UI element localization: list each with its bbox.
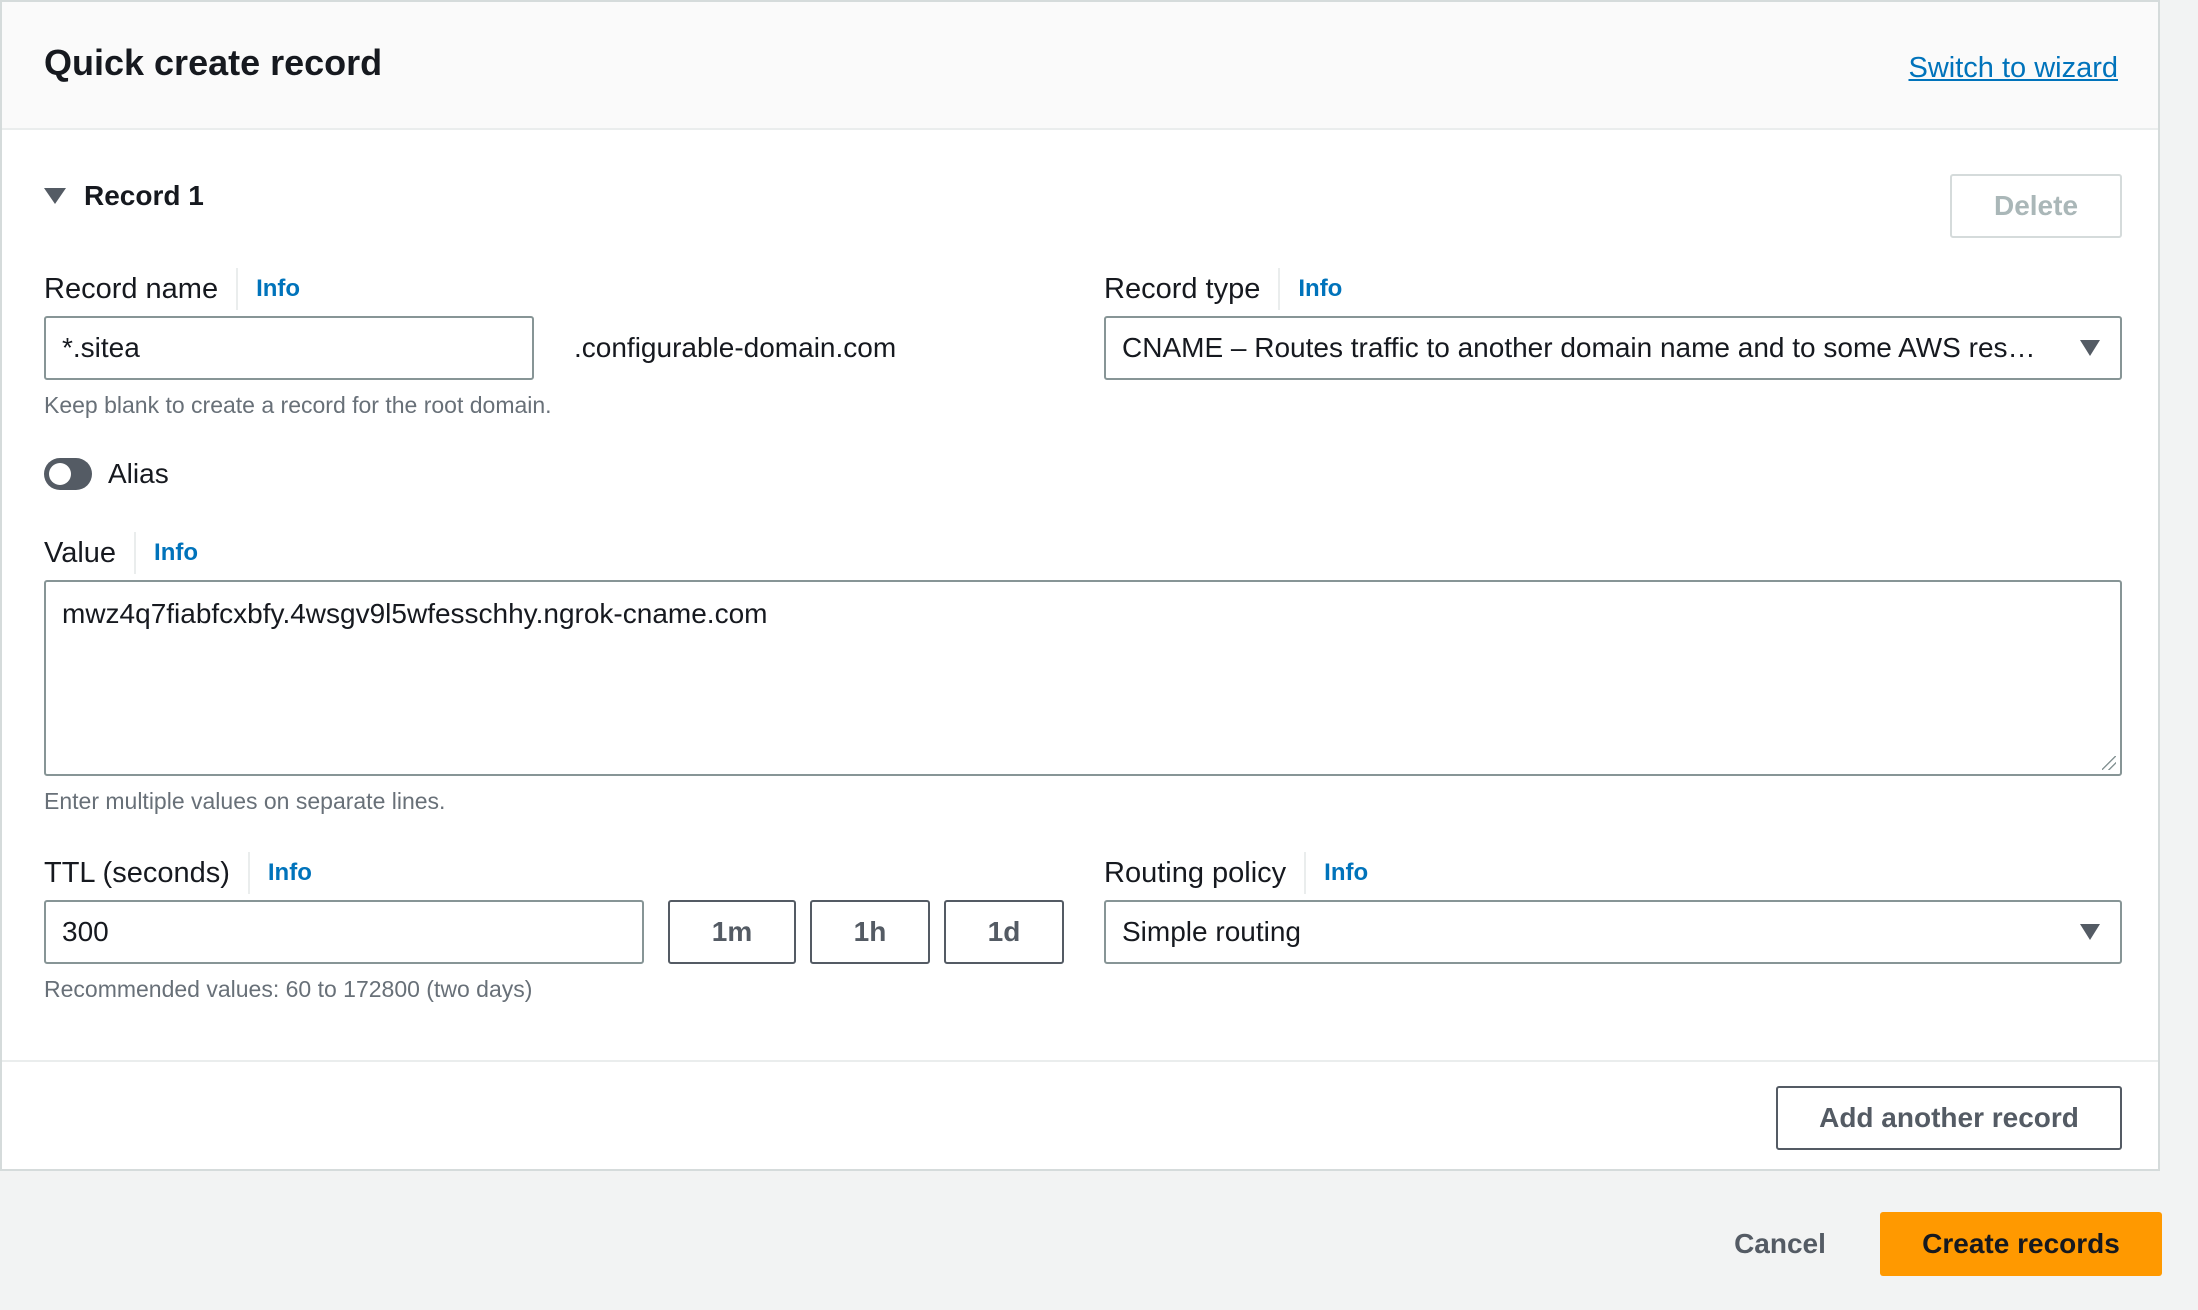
label-divider xyxy=(1304,852,1307,894)
record-type-select[interactable]: CNAME – Routes traffic to another domain… xyxy=(1104,316,2122,380)
value-info-link[interactable]: Info xyxy=(154,539,198,567)
record-type-info-link[interactable]: Info xyxy=(1298,275,1342,303)
toggle-knob xyxy=(49,463,71,485)
create-records-button[interactable]: Create records xyxy=(1880,1212,2162,1276)
alias-toggle[interactable] xyxy=(44,458,92,490)
page-title: Quick create record xyxy=(44,42,383,83)
ttl-hint: Recommended values: 60 to 172800 (two da… xyxy=(44,976,533,1002)
resize-grip-icon[interactable] xyxy=(2102,756,2116,770)
record-section-title: Record 1 xyxy=(84,180,204,211)
routing-label: Routing policy xyxy=(1104,856,1287,889)
routing-label-group: Routing policy Info xyxy=(1104,852,1368,894)
label-divider xyxy=(134,532,137,574)
record-type-selected: CNAME – Routes traffic to another domain… xyxy=(1122,332,2044,363)
value-label: Value xyxy=(44,536,117,569)
dropdown-caret-icon xyxy=(2080,924,2100,940)
ttl-1d-button[interactable]: 1d xyxy=(944,900,1064,964)
record-name-hint: Keep blank to create a record for the ro… xyxy=(44,392,552,418)
section-divider xyxy=(2,1060,2158,1062)
value-hint: Enter multiple values on separate lines. xyxy=(44,788,446,814)
dropdown-caret-icon xyxy=(2080,340,2100,356)
switch-to-wizard-link[interactable]: Switch to wizard xyxy=(1908,52,2118,85)
domain-suffix: .configurable-domain.com xyxy=(574,332,897,363)
record-section-toggle[interactable]: Record 1 xyxy=(44,180,204,212)
alias-label: Alias xyxy=(108,458,169,489)
record-type-label: Record type xyxy=(1104,272,1261,305)
ttl-info-link[interactable]: Info xyxy=(268,859,312,887)
label-divider xyxy=(1278,268,1281,310)
record-name-input[interactable]: *.sitea xyxy=(44,316,534,380)
caret-down-icon xyxy=(44,188,66,204)
record-name-label-group: Record name Info xyxy=(44,268,300,310)
routing-policy-select[interactable]: Simple routing xyxy=(1104,900,2122,964)
ttl-1h-button[interactable]: 1h xyxy=(810,900,930,964)
panel-header: Quick create record Switch to wizard xyxy=(2,2,2158,130)
ttl-input[interactable]: 300 xyxy=(44,900,644,964)
routing-info-link[interactable]: Info xyxy=(1324,859,1368,887)
ttl-1m-button[interactable]: 1m xyxy=(668,900,796,964)
label-divider xyxy=(247,852,250,894)
record-type-label-group: Record type Info xyxy=(1104,268,1342,310)
cancel-button[interactable]: Cancel xyxy=(1710,1212,1850,1276)
ttl-label-group: TTL (seconds) Info xyxy=(44,852,312,894)
value-textarea[interactable]: mwz4q7fiabfcxbfy.4wsgv9l5wfesschhy.ngrok… xyxy=(44,580,2122,776)
record-name-label: Record name xyxy=(44,272,219,305)
delete-button[interactable]: Delete xyxy=(1950,174,2122,238)
add-another-record-button[interactable]: Add another record xyxy=(1776,1086,2122,1150)
value-label-group: Value Info xyxy=(44,532,198,574)
routing-policy-selected: Simple routing xyxy=(1122,916,1301,947)
record-name-info-link[interactable]: Info xyxy=(256,275,300,303)
value-text: mwz4q7fiabfcxbfy.4wsgv9l5wfesschhy.ngrok… xyxy=(62,598,768,629)
label-divider xyxy=(236,268,239,310)
ttl-label: TTL (seconds) xyxy=(44,856,230,889)
quick-create-panel: Quick create record Switch to wizard Rec… xyxy=(0,0,2160,1171)
